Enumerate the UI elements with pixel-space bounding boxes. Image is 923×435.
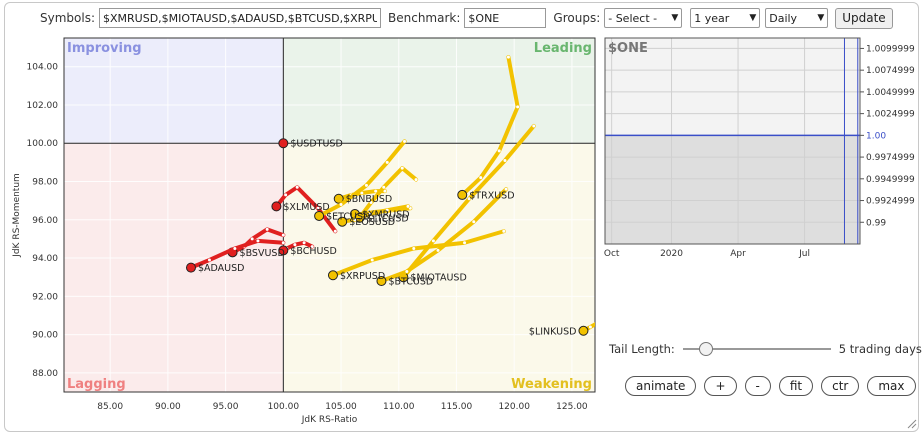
x-tick-label: 90.00 — [155, 402, 181, 412]
y-tick-label: 102.00 — [27, 101, 59, 111]
tail-point-adausd — [281, 241, 285, 245]
center-button[interactable]: ctr — [821, 376, 860, 396]
tail-point-xrpusd — [463, 241, 467, 245]
tail-point-linkusd — [596, 322, 599, 325]
tail-point-etcusd — [403, 139, 407, 143]
series-label-btcusd: $BTCUSD — [388, 277, 433, 288]
tail-point-etcusd — [364, 183, 368, 187]
quadrant-label-improving: Improving — [67, 41, 142, 56]
tail-point-xrpusd — [370, 258, 374, 262]
resize-grip-icon[interactable] — [907, 419, 917, 429]
series-label-trxusd: $TRXUSD — [469, 190, 514, 201]
x-tick-label: 120.00 — [498, 402, 530, 412]
y-axis-label: JdK RS-Momentum — [12, 173, 22, 258]
quadrant-label-leading: Leading — [534, 41, 592, 56]
tail-point-eosusd — [406, 204, 410, 208]
tail-point-adausd — [207, 258, 211, 262]
tail-point-xlmusd — [333, 229, 337, 233]
y-tick-label: 98.00 — [32, 178, 58, 188]
fit-button[interactable]: fit — [778, 376, 814, 396]
head-point-xrpusd — [327, 270, 338, 281]
zoom-in-button[interactable]: + — [704, 376, 737, 396]
tail-point-bsvusd — [265, 227, 269, 231]
x-tick-label: 105.00 — [325, 402, 357, 412]
tail-point-adausd — [233, 246, 237, 250]
tail-length-control: Tail Length: 5 trading days — [609, 342, 922, 356]
tail-point-ltcusd — [382, 185, 386, 189]
max-button[interactable]: max — [867, 376, 916, 396]
tail-point-linkusd — [622, 308, 625, 311]
x-tick-label: 125.00 — [556, 402, 588, 412]
tail-point-btcusd — [472, 220, 476, 224]
tail-point-linkusd — [609, 316, 612, 319]
quadrant-label-weakening: Weakening — [511, 377, 592, 392]
y-tick-label: 94.00 — [32, 254, 58, 264]
y-tick-label: 104.00 — [27, 63, 59, 73]
y-tick-label: 90.00 — [32, 331, 58, 341]
tail-length-slider[interactable] — [682, 342, 831, 356]
series-label-eosusd: $EOSUSD — [349, 217, 395, 228]
slider-handle[interactable] — [698, 342, 713, 356]
tail-point-trxusd — [497, 149, 501, 153]
tail-point-xrpusd — [412, 246, 416, 250]
series-label-xrpusd: $XRPUSD — [340, 271, 385, 282]
tail-point-xrpusd — [502, 229, 506, 233]
tail-point-btcusd — [405, 269, 409, 273]
tail-point-linkusd — [588, 325, 592, 329]
quadrant-label-lagging: Lagging — [67, 377, 126, 392]
tail-length-label: Tail Length: — [609, 342, 675, 356]
tail-point-bchusd — [302, 241, 306, 245]
tail-point-bnbusd — [374, 189, 378, 193]
zoom-out-button[interactable]: - — [744, 376, 771, 396]
series-label-usdtusd: $USDTUSD — [290, 139, 342, 150]
quadrant-lagging-bg — [64, 143, 284, 392]
tail-point-trxusd — [516, 105, 520, 109]
tail-point-ltcusd — [400, 166, 404, 170]
x-tick-label: 115.00 — [441, 402, 473, 412]
y-tick-label: 92.00 — [32, 292, 58, 302]
tail-point-miotausd — [503, 158, 507, 162]
tail-point-xlmusd — [295, 185, 299, 189]
head-point-trxusd — [457, 189, 468, 200]
y-tick-label: 96.00 — [32, 216, 58, 226]
head-point-xlmusd — [271, 201, 282, 212]
x-tick-label: 85.00 — [97, 402, 123, 412]
chart-controls: animate + - fit ctr max — [625, 376, 916, 396]
tail-point-etcusd — [385, 160, 389, 164]
tail-point-adausd — [256, 239, 260, 243]
tail-point-etcusd — [339, 202, 343, 206]
tail-point-bsvusd — [281, 233, 285, 237]
head-point-adausd — [185, 262, 196, 273]
tail-point-ltcusd — [414, 178, 418, 182]
tail-point-btcusd — [436, 248, 440, 252]
x-tick-label: 95.00 — [213, 402, 239, 412]
tail-point-miotausd — [532, 124, 536, 128]
rrg-chart[interactable]: Improving Leading Lagging Weakening 85.00 90.… — [0, 0, 923, 435]
series-label-bsvusd: $BSVUSD — [240, 248, 285, 259]
series-label-bnbusd: $BNBUSD — [346, 194, 392, 205]
series-label-bchusd: $BCHUSD — [290, 246, 336, 257]
tail-point-trxusd — [479, 176, 483, 180]
tail-point-bsvusd — [250, 237, 254, 241]
y-tick-label: 100.00 — [27, 139, 59, 149]
series-label-adausd: $ADAUSD — [198, 263, 245, 274]
animate-button[interactable]: animate — [625, 376, 697, 396]
tail-point-trxusd — [506, 55, 510, 59]
tail-point-xlmusd — [284, 193, 288, 197]
head-point-linkusd — [578, 325, 589, 336]
tail-length-value: 5 trading days — [838, 342, 922, 356]
y-tick-label: 88.00 — [32, 369, 58, 379]
x-axis-label: JdK RS-Ratio — [301, 415, 358, 425]
series-label-linkusd: $LINKUSD — [529, 326, 577, 337]
series-label-xlmusd: $XLMUSD — [283, 202, 329, 213]
x-tick-label: 110.00 — [383, 402, 415, 412]
head-point-usdtusd — [278, 138, 289, 149]
quadrant-weakening-bg — [283, 143, 595, 392]
tail-point-miotausd — [431, 239, 435, 243]
x-tick-label: 100.00 — [268, 402, 300, 412]
